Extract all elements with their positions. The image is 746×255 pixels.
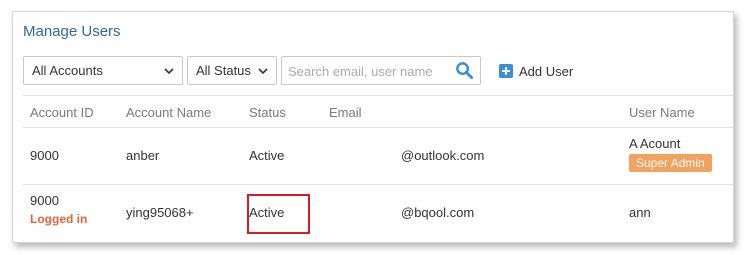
search-input[interactable] xyxy=(288,62,450,80)
column-header-account-id[interactable]: Account ID xyxy=(30,105,94,120)
add-user-label: Add User xyxy=(519,63,574,79)
logged-in-label: Logged in xyxy=(30,212,88,226)
account-name-cell: ying95068+ xyxy=(126,205,194,220)
status-cell: Active xyxy=(249,148,285,163)
email-cell: @outlook.com xyxy=(401,148,485,163)
manage-users-panel: Manage Users All Accounts All Status Sea… xyxy=(13,12,733,242)
user-name-cell: A Acount Super Admin xyxy=(629,136,712,172)
column-header-user-name[interactable]: User Name xyxy=(629,105,695,120)
table-row[interactable]: 9000 Logged in ying95068+ Active @bqool.… xyxy=(23,184,733,242)
page-title: Manage Users xyxy=(23,23,121,40)
search-box xyxy=(281,56,481,85)
manage-users-window: Manage Users All Accounts All Status Sea… xyxy=(12,11,734,243)
email-cell: @bqool.com xyxy=(401,205,475,220)
users-table: Account ID Account Name Status Email Use… xyxy=(23,95,733,242)
accounts-dropdown[interactable]: All Accounts xyxy=(23,56,183,85)
filter-toolbar: All Accounts All Status Ad xyxy=(23,56,723,86)
status-dropdown[interactable]: All Status xyxy=(187,56,277,85)
column-header-email[interactable]: Email xyxy=(329,105,362,120)
column-header-status[interactable]: Status xyxy=(249,105,286,120)
super-admin-badge: Super Admin xyxy=(629,154,712,172)
status-dropdown-value: All Status xyxy=(196,63,251,78)
chevron-down-icon xyxy=(164,68,174,75)
account-id-cell: 9000 xyxy=(30,148,59,163)
plus-square-icon xyxy=(499,64,513,78)
account-name-cell: anber xyxy=(126,148,160,163)
accounts-dropdown-value: All Accounts xyxy=(32,63,103,78)
chevron-down-icon xyxy=(258,68,268,75)
search-icon[interactable] xyxy=(455,61,474,80)
highlight-box xyxy=(247,194,310,234)
account-id-cell: 9000 Logged in xyxy=(30,193,87,226)
table-header-row: Account ID Account Name Status Email Use… xyxy=(23,95,733,127)
add-user-button[interactable]: Add User xyxy=(499,62,573,80)
user-name-text: A Acount xyxy=(629,136,681,151)
account-id-text: 9000 xyxy=(30,193,59,208)
column-header-account-name[interactable]: Account Name xyxy=(126,105,211,120)
table-row[interactable]: 9000 anber Active @outlook.com A Acount … xyxy=(23,127,733,184)
user-name-cell: ann xyxy=(629,205,651,220)
